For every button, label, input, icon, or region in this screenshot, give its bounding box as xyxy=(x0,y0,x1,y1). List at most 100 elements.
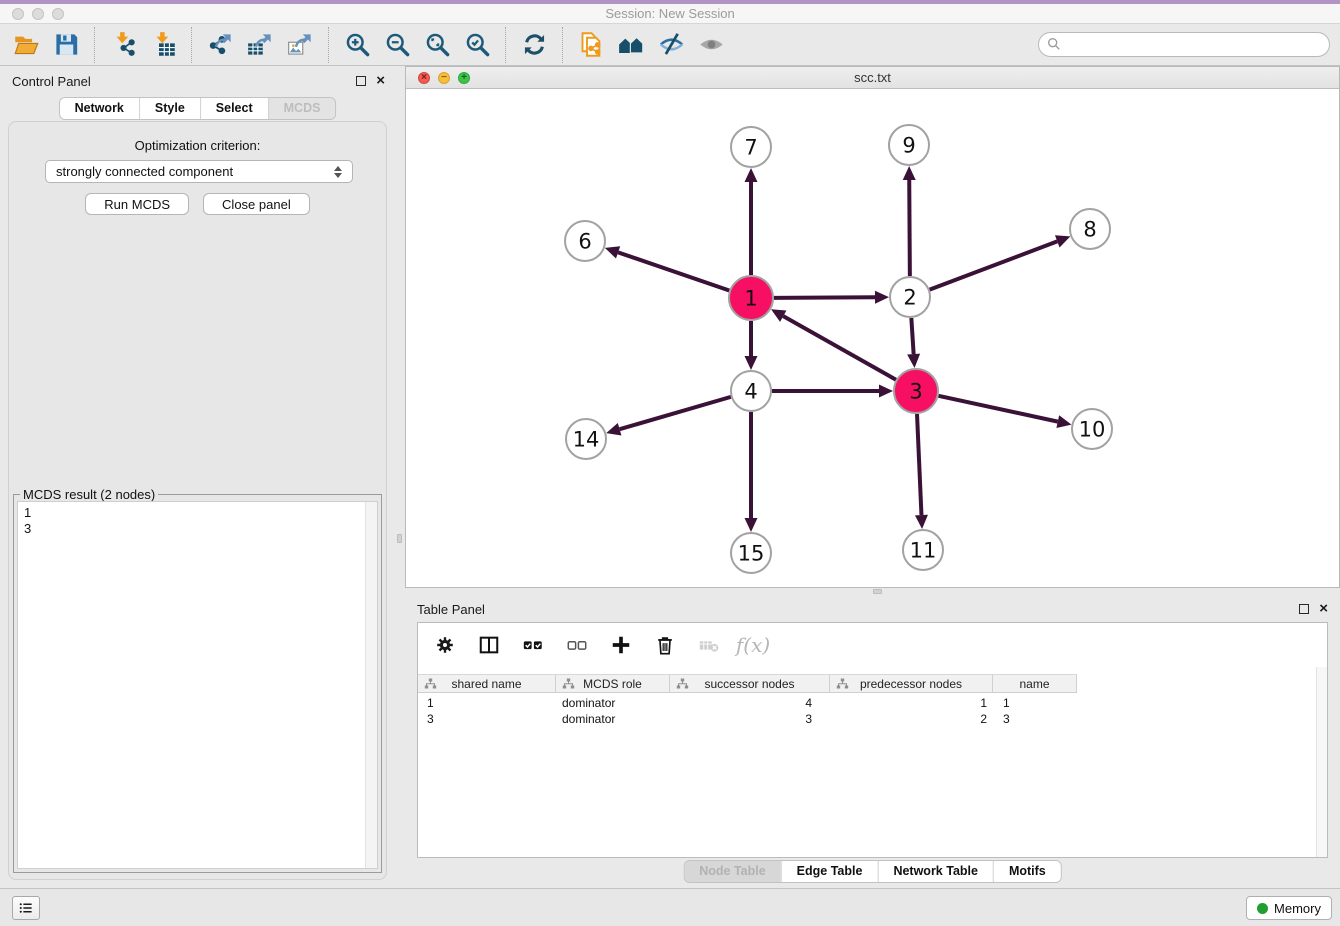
column-header-shared-name[interactable]: shared name xyxy=(418,675,556,692)
graph-edge-3-1[interactable] xyxy=(783,316,896,380)
table-panel-title: Table Panel xyxy=(417,602,485,617)
delete-column-icon[interactable] xyxy=(652,632,678,658)
zoom-out-icon[interactable] xyxy=(381,29,413,61)
graph-edge-3-11[interactable] xyxy=(917,414,921,515)
main-toolbar-groups xyxy=(10,27,727,63)
open-file-icon[interactable] xyxy=(10,29,42,61)
table-tab-network-table[interactable]: Network Table xyxy=(877,861,993,882)
cell-MCDS-role-row1[interactable]: dominator xyxy=(556,695,670,711)
toolbar-group xyxy=(575,29,727,61)
run-mcds-button[interactable]: Run MCDS xyxy=(85,193,189,215)
tab-mcds[interactable]: MCDS xyxy=(268,98,336,119)
toolbar-group xyxy=(204,29,316,61)
gear-icon[interactable] xyxy=(432,632,458,658)
graph-edge-1-2[interactable] xyxy=(774,297,875,298)
table-row-1[interactable]: 1dominator411 xyxy=(418,695,1077,711)
graph-node-label-7: 7 xyxy=(744,136,757,160)
cell-name-row1[interactable]: 1 xyxy=(993,695,1077,711)
table-tab-node-table[interactable]: Node Table xyxy=(684,861,780,882)
add-column-icon[interactable] xyxy=(608,632,634,658)
search-icon xyxy=(1046,36,1062,52)
table-scrollbar[interactable] xyxy=(1316,667,1327,857)
tab-style[interactable]: Style xyxy=(139,98,200,119)
export-image-icon[interactable] xyxy=(284,29,316,61)
application-window: Session: New Session Control Panel × Net… xyxy=(0,0,1340,926)
column-header-predecessor-nodes[interactable]: predecessor nodes xyxy=(830,675,993,692)
zoom-in-icon[interactable] xyxy=(341,29,373,61)
float-panel-icon[interactable] xyxy=(356,76,366,86)
graph-arrowhead-2-3 xyxy=(907,354,920,368)
tab-network[interactable]: Network xyxy=(60,98,139,119)
toolbar-separator xyxy=(328,27,329,63)
graph-edge-1-6[interactable] xyxy=(618,252,729,290)
split-pane-icon[interactable] xyxy=(476,632,502,658)
close-panel-icon[interactable]: × xyxy=(376,76,385,86)
refresh-layout-icon[interactable] xyxy=(518,29,550,61)
horizontal-splitter-handle[interactable] xyxy=(873,589,882,594)
cell-successor-nodes-row2[interactable]: 3 xyxy=(670,711,830,727)
table-tab-edge-table[interactable]: Edge Table xyxy=(781,861,878,882)
cell-shared-name-row1[interactable]: 1 xyxy=(418,695,556,711)
graph-arrowhead-4-15 xyxy=(745,518,758,532)
tree-hierarchy-icon xyxy=(562,678,575,690)
table-tabs: Node TableEdge TableNetwork TableMotifs xyxy=(683,860,1062,883)
import-network-icon[interactable] xyxy=(107,29,139,61)
column-header-successor-nodes[interactable]: successor nodes xyxy=(670,675,830,692)
task-history-button[interactable] xyxy=(12,896,40,920)
graph-edge-4-14[interactable] xyxy=(620,397,731,429)
zoom-fit-icon[interactable] xyxy=(421,29,453,61)
table-row-2[interactable]: 3dominator323 xyxy=(418,711,1077,727)
cell-successor-nodes-row1[interactable]: 4 xyxy=(670,695,830,711)
table-tab-motifs[interactable]: Motifs xyxy=(993,861,1061,882)
show-hide-panel-icon[interactable] xyxy=(655,29,687,61)
import-table-icon[interactable] xyxy=(147,29,179,61)
graph-node-label-8: 8 xyxy=(1083,218,1096,242)
export-network-icon[interactable] xyxy=(204,29,236,61)
select-all-icon[interactable] xyxy=(520,632,546,658)
float-table-panel-icon[interactable] xyxy=(1299,604,1309,614)
cell-name-row2[interactable]: 3 xyxy=(993,711,1077,727)
toolbar-separator xyxy=(562,27,563,63)
mcds-result-box: MCDS result (2 nodes) 13 xyxy=(13,494,382,873)
network-window-titlebar[interactable]: scc.txt xyxy=(406,67,1339,89)
memory-label: Memory xyxy=(1274,901,1321,916)
mcds-result-area[interactable]: 13 xyxy=(17,501,378,869)
close-table-panel-icon[interactable]: × xyxy=(1319,604,1328,614)
deselect-all-icon[interactable] xyxy=(564,632,590,658)
column-header-label: successor nodes xyxy=(704,677,794,691)
cell-predecessor-nodes-row2[interactable]: 2 xyxy=(830,711,993,727)
graph-edge-2-8[interactable] xyxy=(930,241,1058,289)
column-header-MCDS-role[interactable]: MCDS role xyxy=(556,675,670,692)
cell-MCDS-role-row2[interactable]: dominator xyxy=(556,711,670,727)
zoom-selected-icon[interactable] xyxy=(461,29,493,61)
cell-shared-name-row2[interactable]: 3 xyxy=(418,711,556,727)
toolbar-group xyxy=(107,29,179,61)
graph-arrowhead-1-6 xyxy=(605,246,620,258)
mcds-result-text: 13 xyxy=(18,502,377,540)
criterion-dropdown[interactable]: strongly connected component xyxy=(45,160,353,183)
home-view-icon[interactable] xyxy=(615,29,647,61)
graph-edge-2-9[interactable] xyxy=(909,180,910,276)
mcds-panel: Optimization criterion: strongly connect… xyxy=(8,121,387,880)
duplicate-network-icon[interactable] xyxy=(575,29,607,61)
save-session-icon[interactable] xyxy=(50,29,82,61)
graph-node-label-6: 6 xyxy=(578,230,591,254)
tree-hierarchy-icon xyxy=(836,678,849,690)
cell-predecessor-nodes-row1[interactable]: 1 xyxy=(830,695,993,711)
column-header-name[interactable]: name xyxy=(993,675,1077,692)
toolbar-group xyxy=(518,29,550,61)
tab-select[interactable]: Select xyxy=(200,98,268,119)
search-input[interactable] xyxy=(1038,32,1330,57)
criterion-dropdown-value: strongly connected component xyxy=(46,164,328,179)
export-table-icon[interactable] xyxy=(244,29,276,61)
close-panel-button[interactable]: Close panel xyxy=(203,193,310,215)
app-titlebar: Session: New Session xyxy=(0,4,1340,24)
memory-button[interactable]: Memory xyxy=(1246,896,1332,920)
graph-edge-2-3[interactable] xyxy=(911,318,913,354)
network-canvas[interactable]: 7968124314101511 xyxy=(406,89,1339,587)
table-panel: Table Panel × f(x) shared nameMCDS roles… xyxy=(405,595,1340,888)
graph-edge-3-10[interactable] xyxy=(938,396,1057,422)
vertical-splitter-handle[interactable] xyxy=(397,534,402,543)
result-scrollbar[interactable] xyxy=(365,502,377,868)
dropdown-stepper-icon xyxy=(328,166,348,178)
